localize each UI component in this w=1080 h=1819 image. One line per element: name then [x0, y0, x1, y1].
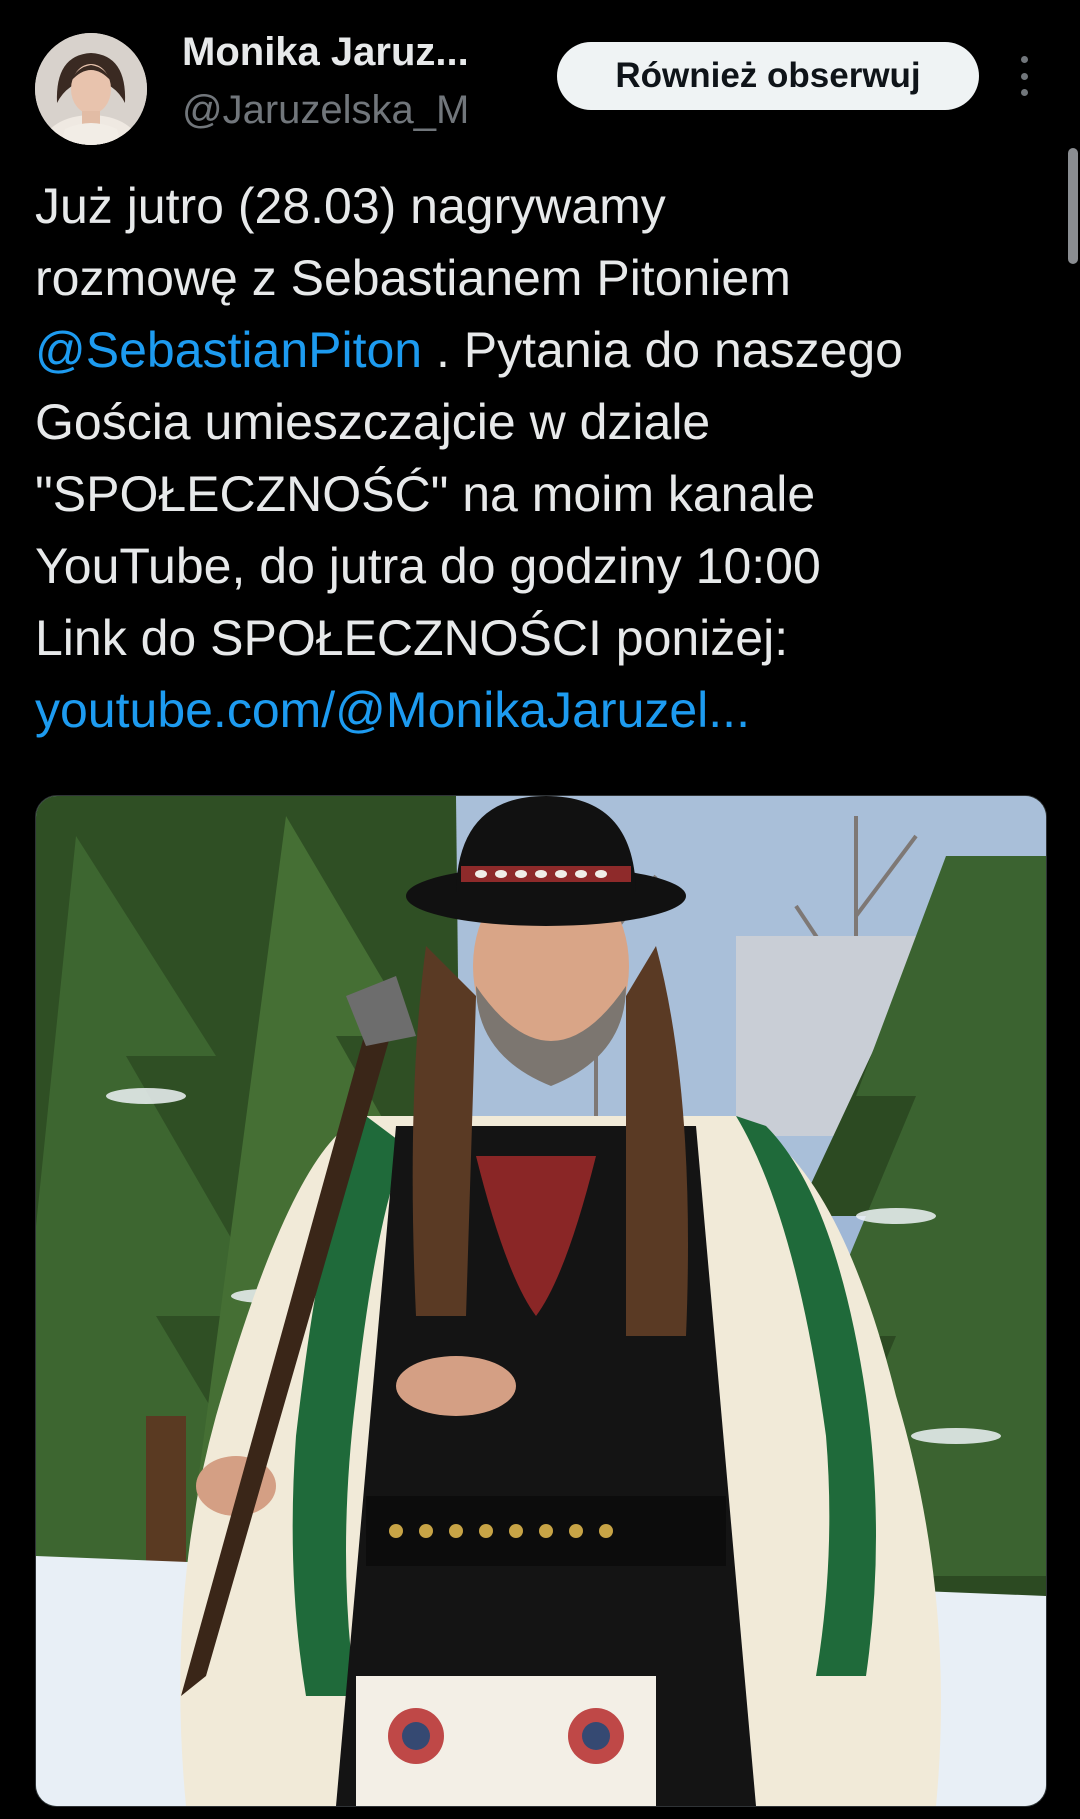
tweet-line-text: . Pytania do naszego	[422, 322, 903, 378]
dot	[1020, 89, 1028, 96]
dot	[1020, 72, 1028, 80]
tweet-line: Gościa umieszczajcie w dziale	[35, 394, 711, 450]
tweet-media-image[interactable]	[35, 795, 1047, 1807]
dot	[1020, 56, 1028, 63]
youtube-link[interactable]: youtube.com/@MonikaJaruzel...	[35, 674, 1045, 746]
tweet-line: "SPOŁECZNOŚĆ" na moim kanale	[35, 466, 816, 522]
tweet-line: rozmowę z Sebastianem Pitoniem	[35, 250, 791, 306]
tweet-text: Już jutro (28.03) nagrywamy rozmowę z Se…	[35, 170, 1045, 746]
avatar[interactable]	[35, 33, 147, 145]
tweet-line: Już jutro (28.03) nagrywamy	[35, 178, 666, 234]
avatar-photo	[35, 33, 147, 145]
tweet-line: YouTube, do jutra do godziny 10:00	[35, 538, 821, 594]
follow-button[interactable]: Również obserwuj	[557, 42, 979, 110]
more-vertical-icon[interactable]	[1010, 56, 1038, 96]
tweet-line: @SebastianPiton . Pytania do naszego	[35, 314, 1045, 386]
author-display-name[interactable]: Monika Jaruz...	[182, 30, 469, 75]
author-handle[interactable]: @Jaruzelska_M	[182, 88, 469, 133]
mention-link[interactable]: @SebastianPiton	[35, 322, 422, 378]
photo-illustration	[36, 796, 1046, 1806]
scrollbar[interactable]	[1068, 148, 1078, 264]
tweet-line: Link do SPOŁECZNOŚCI poniżej:	[35, 610, 789, 666]
